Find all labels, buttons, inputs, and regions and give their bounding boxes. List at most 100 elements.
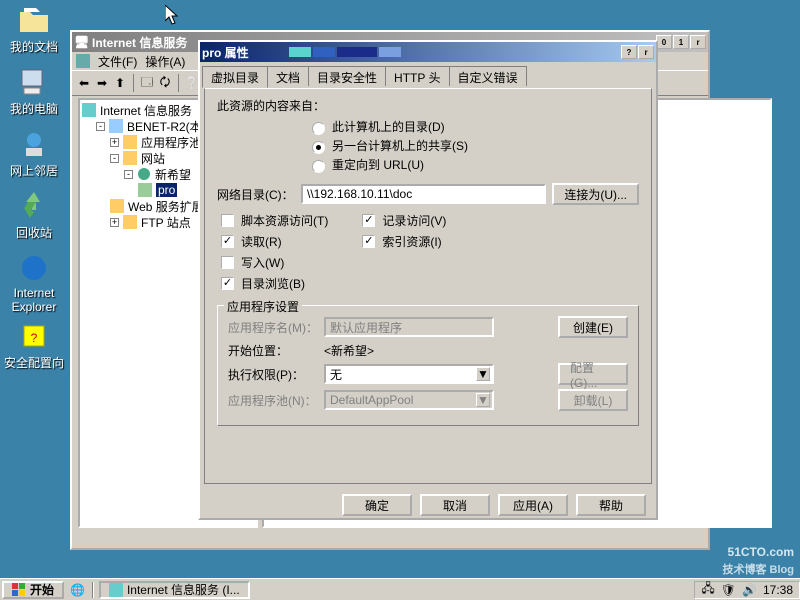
app-pool-select: DefaultAppPool ▼ <box>324 390 494 410</box>
desktop-my-computer[interactable]: 我的电脑 <box>4 66 64 117</box>
desktop-my-documents[interactable]: 我的文档 <box>4 4 64 55</box>
system-tray[interactable]: 🖧 🛡 🔊 17:38 <box>694 581 800 599</box>
forward-icon[interactable]: ➡ <box>94 75 110 91</box>
tab-documents[interactable]: 文档 <box>267 66 309 86</box>
close-button[interactable]: r <box>690 35 706 49</box>
tab-custom-errors[interactable]: 自定义错误 <box>449 66 527 86</box>
check-log[interactable] <box>362 214 375 227</box>
menu-file[interactable]: 文件(F) <box>98 53 137 70</box>
tree-label: FTP 站点 <box>141 214 191 231</box>
desktop-recycle[interactable]: 回收站 <box>4 190 64 241</box>
radio-redirect[interactable] <box>312 160 325 173</box>
back-icon[interactable]: ⬅ <box>76 75 92 91</box>
ok-button[interactable]: 确定 <box>342 494 412 516</box>
network-dir-label: 网络目录(C)： <box>217 186 295 203</box>
mmc-icon <box>76 54 90 68</box>
collapse-icon[interactable]: - <box>110 154 119 163</box>
check-label: 脚本资源访问(T) <box>241 212 328 229</box>
properties-icon[interactable]: 🗔 <box>139 75 155 91</box>
folder-icon <box>123 215 137 229</box>
tab-directory-security[interactable]: 目录安全性 <box>308 66 386 86</box>
content-from-label: 此资源的内容来自： <box>217 97 639 114</box>
server-icon <box>109 119 123 133</box>
app-name-input: 默认应用程序 <box>324 317 494 337</box>
check-label: 写入(W) <box>241 254 284 271</box>
iis-icon <box>109 583 123 597</box>
dialog-buttons: 确定 取消 应用(A) 帮助 <box>200 494 646 516</box>
folder-icon <box>110 199 124 213</box>
tab-label: 文档 <box>276 71 300 85</box>
expand-icon[interactable]: + <box>110 138 119 147</box>
check-write[interactable] <box>221 256 234 269</box>
start-location-label: 开始位置： <box>228 342 318 359</box>
app-name-label: 应用程序名(M)： <box>228 319 318 336</box>
apply-button[interactable]: 应用(A) <box>498 494 568 516</box>
select-value: 无 <box>330 366 342 383</box>
context-help-button[interactable]: ? <box>621 45 637 59</box>
tab-http-headers[interactable]: HTTP 头 <box>385 66 449 86</box>
windows-logo-icon <box>12 583 26 597</box>
chevron-down-icon: ▼ <box>476 393 490 407</box>
create-button[interactable]: 创建(E) <box>558 316 628 338</box>
cancel-button[interactable]: 取消 <box>420 494 490 516</box>
tab-virtual-directory[interactable]: 虚拟目录 <box>202 66 268 88</box>
expand-icon[interactable]: + <box>110 218 119 227</box>
icon-label: 我的电脑 <box>4 100 64 117</box>
quick-launch-ie-icon[interactable]: 🌐 <box>70 583 85 597</box>
check-label: 目录浏览(B) <box>241 275 305 292</box>
desktop-network[interactable]: 网上邻居 <box>4 128 64 179</box>
tray-network-icon[interactable]: 🖧 <box>701 579 714 600</box>
tree-label: 网站 <box>141 150 165 167</box>
app-icon: 🖥 <box>74 35 88 49</box>
dialog-titlebar[interactable]: pro 属性 ? r <box>200 42 656 62</box>
app-pool-label: 应用程序池(N)： <box>228 392 318 409</box>
maximize-button[interactable]: 1 <box>673 35 689 49</box>
exec-perm-label: 执行权限(P)： <box>228 366 318 383</box>
help-button[interactable]: 帮助 <box>576 494 646 516</box>
radio-label: 此计算机上的目录(D) <box>332 118 445 135</box>
button-label: 取消 <box>443 497 467 514</box>
button-label: 连接为(U)... <box>564 186 627 203</box>
desktop-security-wizard[interactable]: ? 安全配置向 <box>4 320 64 371</box>
check-index[interactable] <box>362 235 375 248</box>
minimize-button[interactable]: 0 <box>656 35 672 49</box>
close-button[interactable]: r <box>638 45 654 59</box>
radio-this-computer[interactable] <box>312 122 325 135</box>
folder-icon <box>123 135 137 149</box>
start-label: 开始 <box>30 581 54 598</box>
start-button[interactable]: 开始 <box>2 581 64 599</box>
connect-as-button[interactable]: 连接为(U)... <box>552 183 639 205</box>
tray-clock[interactable]: 17:38 <box>763 583 793 597</box>
radio-share[interactable] <box>312 141 325 154</box>
check-label: 索引资源(I) <box>382 233 441 250</box>
globe-icon <box>137 167 151 181</box>
dialog-title: pro 属性 <box>202 44 249 61</box>
menu-action[interactable]: 操作(A) <box>145 53 185 70</box>
tray-shield-icon[interactable]: 🛡 <box>721 583 736 597</box>
group-label: 应用程序设置 <box>224 298 302 315</box>
start-location-value: <新希望> <box>324 342 374 359</box>
collapse-icon[interactable]: - <box>124 170 133 179</box>
refresh-icon[interactable]: 🗘 <box>157 75 173 91</box>
tree-label: pro <box>156 183 177 197</box>
collapse-icon[interactable]: - <box>96 122 105 131</box>
network-dir-input[interactable]: \\192.168.10.11\doc <box>301 184 546 204</box>
button-label: 配置(G)... <box>570 359 616 390</box>
check-browse[interactable] <box>221 277 234 290</box>
input-value: 默认应用程序 <box>330 319 402 336</box>
check-script-access[interactable] <box>221 214 234 227</box>
radio-label: 重定向到 URL(U) <box>332 156 424 173</box>
window-title: Internet 信息服务 <box>92 34 187 51</box>
button-label: 帮助 <box>599 497 623 514</box>
task-iis-manager[interactable]: Internet 信息服务 (I... <box>99 581 250 599</box>
recycle-icon <box>18 190 50 222</box>
check-read[interactable] <box>221 235 234 248</box>
exec-perm-select[interactable]: 无 ▼ <box>324 364 494 384</box>
button-label: 创建(E) <box>573 319 613 336</box>
up-icon[interactable]: ⬆ <box>112 75 128 91</box>
config-button: 配置(G)... <box>558 363 628 385</box>
button-label: 确定 <box>365 497 389 514</box>
desktop-ie[interactable]: Internet Explorer <box>4 252 64 314</box>
chevron-down-icon: ▼ <box>476 367 490 381</box>
tray-volume-icon[interactable]: 🔊 <box>742 583 757 597</box>
